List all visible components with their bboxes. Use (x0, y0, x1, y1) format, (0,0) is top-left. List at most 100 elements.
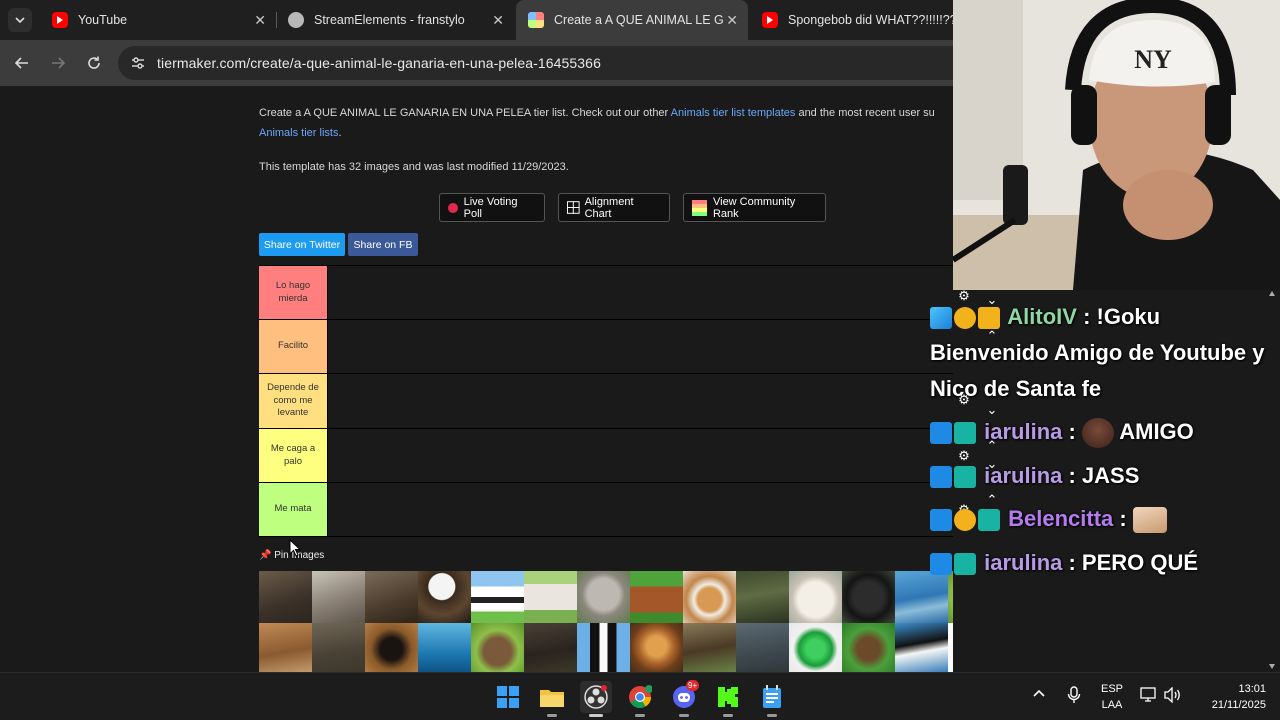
chrome-icon (629, 685, 652, 708)
input-language-button[interactable]: ESP LAA (1096, 681, 1128, 713)
tier-label[interactable]: Me caga a palo (259, 429, 327, 482)
obs-studio-button[interactable] (580, 681, 612, 717)
animal-thumb-eagle[interactable] (418, 571, 471, 623)
kick-button[interactable] (712, 681, 744, 717)
subscriber-badge-icon (954, 466, 976, 489)
animal-thumb-snake[interactable] (789, 623, 842, 672)
share-fb-button[interactable]: Share on FB (348, 233, 418, 256)
record-dot-icon (448, 202, 458, 213)
tier-drop-zone[interactable] (327, 374, 953, 428)
microphone-icon (1067, 686, 1081, 703)
share-twitter-button[interactable]: Share on Twitter (259, 233, 345, 256)
tier-drop-zone[interactable] (327, 320, 953, 373)
arrow-left-icon (14, 57, 28, 69)
chat-username[interactable]: iarulina (984, 550, 1062, 575)
animal-thumb-scorpion[interactable] (365, 623, 418, 672)
animal-thumb-moose[interactable] (683, 623, 736, 672)
chevron-up-icon (1033, 689, 1045, 697)
live-voting-poll-button[interactable]: Live Voting Poll (439, 193, 545, 222)
animals-templates-link[interactable]: Animals tier list templates (671, 107, 796, 119)
discord-button[interactable]: 9+ (668, 680, 700, 717)
animal-thumb-koala[interactable] (577, 571, 630, 623)
animal-thumb-donkey[interactable] (365, 571, 418, 623)
tier-label[interactable]: Depende de como me levante (259, 374, 327, 428)
tier-drop-zone[interactable] (327, 429, 953, 482)
tab-spongebob[interactable]: Spongebob did WHAT??!!!!!?? (750, 0, 953, 40)
animal-thumb-otter-2[interactable] (842, 623, 895, 672)
view-community-rank-button[interactable]: View Community Rank (683, 193, 826, 222)
animal-thumb-capybara[interactable] (471, 623, 524, 672)
file-explorer-button[interactable] (536, 681, 568, 717)
chat-username[interactable]: AlitoIV (1007, 304, 1077, 329)
animal-thumb-chicken[interactable] (630, 571, 683, 623)
site-settings-icon[interactable] (130, 55, 146, 76)
streamer-camera-image: NY (953, 0, 1280, 290)
chat-text: AMIGO (1113, 418, 1194, 444)
animal-thumb-penguin[interactable] (577, 623, 630, 672)
chat-scrollbar[interactable] (1268, 290, 1276, 672)
alignment-chart-button[interactable]: Alignment Chart (558, 193, 670, 222)
windows-start-button[interactable] (492, 681, 524, 713)
tab-strip: YouTube ✕ StreamElements - franstylo ✕ C… (0, 0, 953, 40)
animal-thumb-kangaroo[interactable] (259, 623, 312, 672)
chat-message: iarulina : JASS (930, 463, 1139, 489)
animal-thumb-guinea-pig[interactable] (683, 571, 736, 623)
animal-thumb-cow[interactable] (471, 571, 524, 623)
gear-icon[interactable]: ⚙ (954, 390, 974, 410)
animal-thumb-wolf[interactable] (312, 571, 365, 623)
animal-thumb-hippo[interactable] (312, 623, 365, 672)
animal-thumb-gorilla[interactable] (842, 571, 895, 623)
tier-label[interactable]: Lo hago mierda (259, 266, 327, 319)
gear-icon[interactable]: ⚙ (954, 286, 974, 306)
forward-button[interactable] (46, 51, 70, 75)
tier-label[interactable]: Me mata (259, 483, 327, 536)
notepad-button[interactable] (756, 681, 788, 717)
animal-thumb-otter[interactable] (259, 571, 312, 623)
close-icon[interactable]: ✕ (726, 12, 738, 28)
animal-thumb-sheep[interactable] (789, 571, 842, 623)
svg-text:NY: NY (1134, 45, 1172, 74)
chevron-down-icon[interactable]: ⌄ (982, 400, 1002, 420)
tab-youtube[interactable]: YouTube ✕ (40, 0, 276, 40)
volume-button[interactable] (1164, 686, 1182, 708)
show-hidden-icons-button[interactable] (1032, 687, 1046, 706)
obs-icon (584, 685, 608, 709)
chat-message: iarulina : AMIGO (930, 418, 1194, 448)
url-text: tiermaker.com/create/a-que-animal-le-gan… (157, 55, 601, 71)
microphone-button[interactable] (1067, 686, 1081, 709)
chrome-button[interactable] (624, 681, 656, 717)
button-label: View Community Rank (712, 195, 796, 220)
back-button[interactable] (10, 51, 34, 75)
animal-thumb-shark[interactable] (418, 623, 471, 672)
network-button[interactable] (1140, 687, 1158, 708)
animal-thumb-lion[interactable] (630, 623, 683, 672)
tab-title: Spongebob did WHAT??!!!!!?? (788, 13, 953, 27)
chat-message: iarulina : PERO QUÉ (930, 550, 1198, 576)
tier-label[interactable]: Facilito (259, 320, 327, 373)
reload-button[interactable] (82, 51, 106, 75)
hammer-badge-icon (930, 509, 952, 532)
animals-tier-lists-link[interactable]: Animals tier lists (259, 127, 338, 139)
tab-title: StreamElements - franstylo (314, 13, 465, 27)
close-icon[interactable]: ✕ (492, 12, 504, 28)
intro-text-line2: Animals tier lists. (259, 127, 342, 139)
chat-username[interactable]: iarulina (984, 463, 1062, 488)
notepad-icon (763, 685, 781, 708)
chat-username[interactable]: Belencitta (1008, 506, 1113, 531)
close-icon[interactable]: ✕ (254, 12, 266, 28)
animal-thumb-elephant[interactable] (736, 623, 789, 672)
tab-search-button[interactable] (8, 8, 32, 32)
folder-icon (540, 690, 564, 707)
tab-streamelements[interactable]: StreamElements - franstylo ✕ (276, 0, 514, 40)
clock[interactable]: 13:01 21/11/2025 (1196, 681, 1266, 713)
tier-drop-zone[interactable] (327, 483, 953, 536)
animal-thumb-goat[interactable] (524, 571, 577, 623)
address-bar[interactable]: tiermaker.com/create/a-que-animal-le-gan… (118, 46, 958, 80)
gift-badge-icon (954, 509, 976, 532)
animal-thumb-boar[interactable] (524, 623, 577, 672)
tab-tiermaker[interactable]: Create a A QUE ANIMAL LE GANA ✕ (516, 0, 748, 40)
tier-grid-icon (692, 199, 707, 216)
tier-drop-zone[interactable] (327, 266, 953, 319)
animal-thumb-crocodile[interactable] (736, 571, 789, 623)
chevron-up-icon[interactable]: ⌃ (982, 436, 1002, 456)
